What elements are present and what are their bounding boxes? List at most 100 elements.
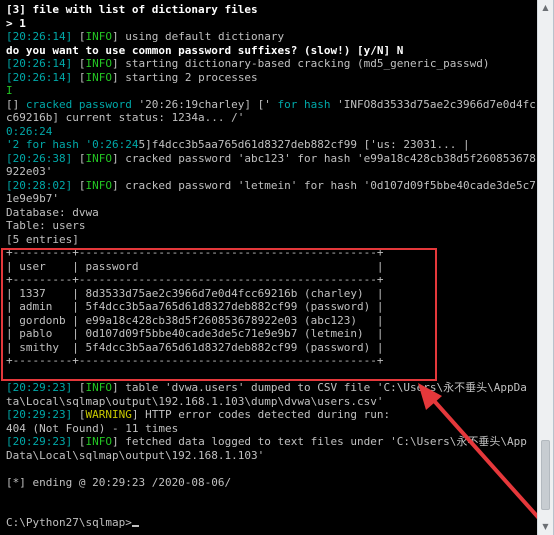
console-text-segment: ] using default dictionary xyxy=(111,30,285,43)
console-line: | pablo | 0d107d09f5bbe40cade3de5c71e9e9… xyxy=(6,327,536,341)
console-window[interactable]: [3] file with list of dictionary files > … xyxy=(0,0,554,535)
console-line: Data\Local\sqlmap\output\192.168.1.103' xyxy=(6,449,536,463)
console-text-segment: ] starting 2 processes xyxy=(111,70,258,84)
chevron-up-icon[interactable]: ▲ xyxy=(538,0,553,16)
console-line: C:\Python27\sqlmap> xyxy=(6,516,536,530)
console-text-segment: [ xyxy=(72,381,86,394)
console-line: +---------+-----------------------------… xyxy=(6,273,536,287)
scroll-thumb[interactable] xyxy=(541,440,550,510)
console-text-segment: [20:26:14] xyxy=(6,30,73,43)
console-line: [20:29:23] [INFO] table 'dvwa.users' dum… xyxy=(6,381,536,395)
console-line: ta\Local\sqlmap\output\192.168.1.103\dum… xyxy=(6,395,536,409)
console-text-segment: [ xyxy=(72,30,86,43)
console-text-segment: I xyxy=(6,84,13,97)
console-line: [5 entries] xyxy=(6,233,536,247)
console-text-segment: ] fetched data logged to text files unde… xyxy=(111,435,527,448)
console-text-segment: ] starting dictionary-based cracking (md… xyxy=(111,57,490,70)
console-text-segment: 'INFO8d3533d75ae2c3966d7e0d4fc xyxy=(337,97,536,111)
console-line: I xyxy=(6,84,536,98)
console-line: | user | password | xyxy=(6,260,536,274)
console-line: [20:26:14] [INFO] starting dictionary-ba… xyxy=(6,57,536,71)
console-line: | gordonb | e99a18c428cb38d5f26085367892… xyxy=(6,314,536,328)
console-line: | smithy | 5f4dcc3b5aa765d61d8327deb882c… xyxy=(6,341,536,355)
console-text-segment: cracked password xyxy=(25,97,139,111)
console-line: [20:26:38] [INFO] cracked password 'abc1… xyxy=(6,152,536,166)
console-text-segment: 5]f4dcc3b5aa765d61d8327deb882cf99 ['us: … xyxy=(138,138,470,151)
console-text-segment: INFO xyxy=(85,151,112,165)
console-line: 922e03' xyxy=(6,165,536,179)
console-text-segment: C:\Python27\sqlmap> xyxy=(6,516,132,529)
console-text-segment: [ xyxy=(72,178,86,192)
console-text-segment: [20:26:14] xyxy=(6,57,73,70)
console-text-segment: | pablo | 0d107d09f5bbe40cade3de5c71e9e9… xyxy=(6,327,384,340)
console-text-segment: INFO xyxy=(85,381,112,394)
console-line: [20:29:23] [INFO] fetched data logged to… xyxy=(6,435,536,449)
console-text-segment: +---------+-----------------------------… xyxy=(6,354,384,367)
console-text-segment: INFO xyxy=(85,57,112,70)
console-line: +---------+-----------------------------… xyxy=(6,246,536,260)
console-line: Database: dvwa xyxy=(6,206,536,220)
console-text-segment: [ xyxy=(72,70,86,84)
console-text-segment: > 1 xyxy=(6,16,26,30)
console-text-segment: INFO xyxy=(85,70,112,84)
chevron-down-icon[interactable]: ▼ xyxy=(538,519,553,535)
console-line: do you want to use common password suffi… xyxy=(6,44,536,58)
console-text-segment: c69216b] current status: 1234a... /' xyxy=(6,111,245,124)
console-text-segment: Data\Local\sqlmap\output\192.168.1.103' xyxy=(6,448,265,462)
console-line: [*] ending @ 20:29:23 /2020-08-06/ xyxy=(6,476,536,490)
console-text-segment: [20:29:23] xyxy=(6,408,73,421)
vertical-scrollbar[interactable]: ▲ ▼ xyxy=(537,0,553,535)
console-text-segment: ] table 'dvwa.users' dumped to CSV file … xyxy=(111,381,527,394)
console-line: [20:28:02] [INFO] cracked password 'letm… xyxy=(6,179,536,193)
console-text-segment: for hash xyxy=(277,97,338,111)
console-text-segment: [ xyxy=(72,435,86,448)
console-text-segment: WARNING xyxy=(85,408,132,421)
console-line: [20:26:14] [INFO] starting 2 processes xyxy=(6,71,536,85)
console-text-segment: [3] file with list of dictionary files xyxy=(6,3,258,16)
console-line: 404 (Not Found) - 11 times xyxy=(6,422,536,436)
console-text-segment: [20:26:38] xyxy=(6,151,73,165)
console-line: [20:26:14] [INFO] using default dictiona… xyxy=(6,30,536,44)
console-text-segment: INFO xyxy=(85,30,112,43)
console-text-segment: | smithy | 5f4dcc3b5aa765d61d8327deb882c… xyxy=(6,340,384,354)
console-text-segment: [20:29:23] xyxy=(6,435,73,448)
console-lines: [3] file with list of dictionary files > … xyxy=(6,3,536,530)
console-text-segment: ta\Local\sqlmap\output\192.168.1.103\dum… xyxy=(6,394,384,408)
console-text-segment: [*] ending @ 20:29:23 /2020-08-06/ xyxy=(6,475,232,489)
console-text-segment: [ xyxy=(72,408,86,421)
console-text-segment: INFO xyxy=(85,178,112,192)
console-text-segment: Database: dvwa xyxy=(6,205,99,219)
console-line: > 1 xyxy=(6,17,536,31)
console-text-segment: 922e03' xyxy=(6,165,53,178)
console-line: [20:29:23] [WARNING] HTTP error codes de… xyxy=(6,408,536,422)
console-line: '2 for hash '0:26:245]f4dcc3b5aa765d61d8… xyxy=(6,138,536,152)
console-text-segment: | gordonb | e99a18c428cb38d5f26085367892… xyxy=(6,313,384,327)
console-text-segment: [] xyxy=(6,97,26,111)
console-text-segment: 1e9e9b7' xyxy=(6,192,59,205)
console-text-segment: ] cracked password 'letmein' for hash '0… xyxy=(111,178,536,192)
console-text-segment: | user | password | xyxy=(6,259,384,273)
console-text-segment: | 1337 | 8d3533d75ae2c3966d7e0d4fcc69216… xyxy=(6,286,384,300)
console-text-segment: [20:26:14] xyxy=(6,70,73,84)
console-text-segment: '20:26:19charley] [' xyxy=(138,97,278,111)
console-text-segment: +---------+-----------------------------… xyxy=(6,273,384,286)
console-text-segment: '2 for hash '0:26:24 xyxy=(6,138,139,151)
console-text-segment: | admin | 5f4dcc3b5aa765d61d8327deb882cf… xyxy=(6,300,384,313)
console-text-segment: +---------+-----------------------------… xyxy=(6,246,384,259)
console-line: | 1337 | 8d3533d75ae2c3966d7e0d4fcc69216… xyxy=(6,287,536,301)
console-text-segment: [ xyxy=(72,57,86,70)
console-output[interactable]: [3] file with list of dictionary files > … xyxy=(0,0,537,535)
console-line: [] cracked password '20:26:19charley] ['… xyxy=(6,98,536,112)
console-text-segment: 404 (Not Found) - 11 times xyxy=(6,421,179,435)
console-text-segment: [5 entries] xyxy=(6,232,79,246)
console-text-segment: do you want to use common password suffi… xyxy=(6,43,404,57)
console-line: 0:26:24 xyxy=(6,125,536,139)
console-line: Table: users xyxy=(6,219,536,233)
console-line: c69216b] current status: 1234a... /' xyxy=(6,111,536,125)
console-line: +---------+-----------------------------… xyxy=(6,354,536,368)
console-line: [3] file with list of dictionary files xyxy=(6,3,536,17)
console-text-segment: [20:29:23] xyxy=(6,381,73,394)
